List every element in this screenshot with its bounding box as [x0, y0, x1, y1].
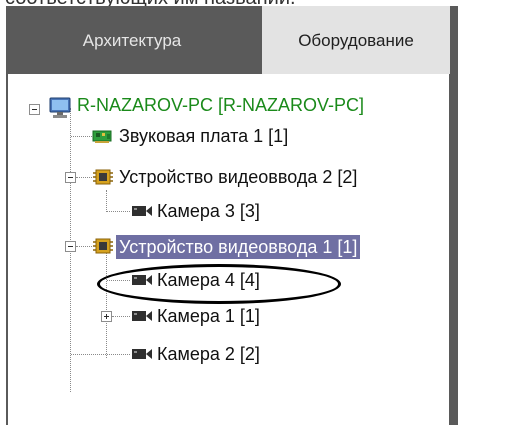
tree-connector	[76, 177, 92, 178]
computer-icon	[48, 96, 72, 125]
chip-icon	[92, 167, 114, 192]
camera-icon	[130, 346, 154, 367]
tree-node-sound-card[interactable]: Звуковая плата 1 [1]	[116, 124, 291, 148]
tree-node-video-input-1[interactable]: Устройство видеоввода 1 [1]	[116, 235, 361, 259]
tree-connector	[76, 246, 92, 247]
tree-node-computer[interactable]: R-NAZAROV-PC [R-NAZAROV-PC]	[74, 93, 367, 117]
tree-connector	[112, 316, 130, 317]
tree-node-camera-4[interactable]: Камера 4 [4]	[154, 268, 263, 292]
tab-equipment[interactable]: Оборудование	[262, 6, 450, 74]
tree-connector	[71, 354, 130, 355]
sound-card-icon	[92, 127, 114, 150]
tree-connector	[106, 190, 107, 212]
tab-bar: Архитектура Оборудование	[6, 6, 458, 74]
tree-node-camera-1[interactable]: Камера 1 [1]	[154, 304, 263, 328]
device-tree: R-NAZAROV-PC [R-NAZAROV-PC] Звуковая пла…	[8, 74, 449, 425]
tree-node-video-input-2[interactable]: Устройство видеоввода 2 [2]	[116, 165, 360, 189]
chip-icon	[92, 236, 114, 261]
tree-node-camera-3[interactable]: Камера 3 [3]	[154, 199, 263, 223]
collapse-toggle-root[interactable]	[29, 104, 40, 115]
tab-architecture[interactable]: Архитектура	[6, 6, 258, 74]
camera-icon	[130, 272, 154, 293]
tree-node-camera-2[interactable]: Камера 2 [2]	[154, 342, 263, 366]
tree-connector	[71, 136, 92, 137]
tree-connector	[107, 280, 130, 281]
tree-connector	[107, 211, 130, 212]
expand-toggle-camera-1[interactable]	[101, 311, 112, 322]
tree-connector	[106, 253, 107, 358]
collapse-toggle-video-input-2[interactable]	[65, 172, 76, 183]
hardware-panel: Архитектура Оборудование R-NAZAROV-PC [R…	[6, 6, 458, 425]
collapse-toggle-video-input-1[interactable]	[65, 241, 76, 252]
camera-icon	[130, 308, 154, 329]
camera-icon	[130, 203, 154, 224]
